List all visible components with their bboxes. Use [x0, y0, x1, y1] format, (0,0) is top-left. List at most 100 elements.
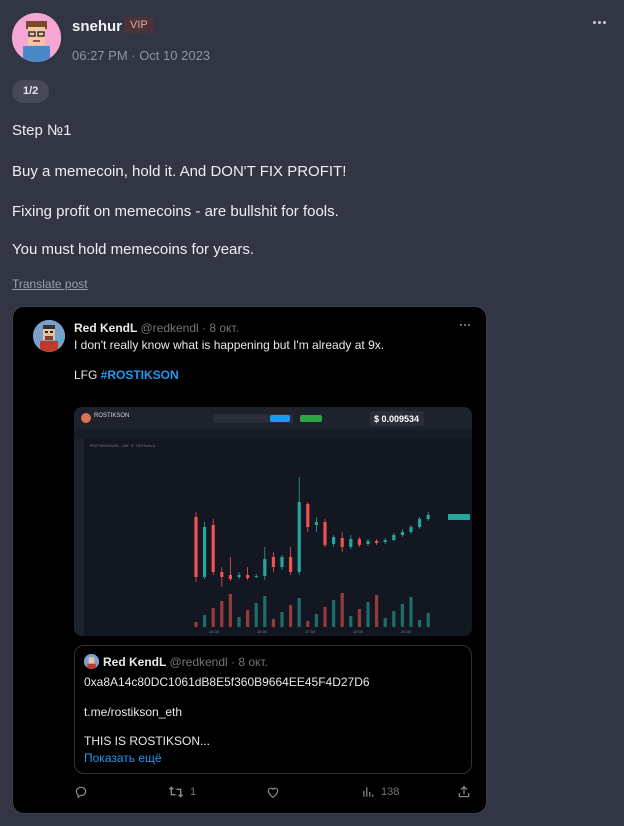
volume-bar	[220, 601, 224, 627]
candle-body	[332, 537, 336, 544]
quoted-author: Red KendL @redkendl · 8 окт.	[103, 655, 268, 669]
volume-bar	[246, 610, 250, 627]
x-tick-label: 20:30	[401, 629, 412, 634]
author-name[interactable]: snehur	[72, 18, 122, 35]
author-avatar[interactable]	[12, 13, 61, 62]
candle-body	[409, 527, 413, 532]
candle-body	[306, 504, 310, 527]
x-tick-label: 17:30	[305, 629, 316, 634]
volume-bar	[400, 604, 404, 627]
share-icon	[458, 785, 470, 798]
volume-bar	[392, 611, 396, 627]
views-icon	[363, 787, 374, 797]
volume-bar	[306, 621, 310, 627]
post-text-line: Fixing profit on memecoins - are bullshi…	[12, 203, 339, 220]
reply-button[interactable]	[74, 783, 94, 801]
translate-post-link[interactable]: Translate post	[12, 277, 88, 291]
candle-body	[194, 517, 198, 577]
post-text-line: Step №1	[12, 122, 72, 139]
quoted-author-avatar	[84, 654, 99, 669]
volume-bar	[375, 595, 379, 627]
candle-body	[228, 575, 232, 579]
candle-body	[340, 538, 344, 547]
volume-bar	[323, 607, 327, 627]
volume-bar	[314, 614, 318, 627]
volume-bar	[383, 618, 387, 627]
retweet-count: 1	[190, 786, 197, 798]
candle-body	[297, 502, 301, 572]
share-button[interactable]	[457, 783, 471, 801]
volume-bar	[263, 596, 267, 627]
candle-body	[375, 541, 379, 543]
volume-bar	[203, 615, 207, 627]
candle-body	[314, 522, 318, 525]
candle-body	[220, 572, 224, 577]
candle-body	[357, 539, 361, 545]
contract-address: 0xa8A14c80DC1061dB8E5f360B9664EE45F4D27D…	[84, 675, 370, 689]
candle-body	[263, 559, 267, 576]
volume-bar	[280, 612, 284, 627]
like-button[interactable]	[266, 783, 286, 801]
candle-body	[323, 522, 327, 545]
volume-bar	[409, 597, 413, 627]
post-card: snehur VIP 06:27 PM · Oct 10 2023 1/2 St…	[0, 0, 624, 826]
volume-bar	[366, 602, 370, 627]
tweet-handle: @redkendl · 8 окт.	[140, 321, 239, 335]
token-name: ROSTIKSON	[94, 413, 129, 419]
quoted-handle: @redkendl · 8 окт.	[169, 655, 268, 669]
candle-body	[418, 519, 422, 527]
hashtag-link[interactable]: #ROSTIKSON	[101, 368, 179, 382]
quoted-author-name: Red KendL	[103, 655, 167, 669]
candle-body	[289, 557, 293, 572]
chart-image[interactable]: ROSTIKSON $ 0.009534 ROSTIKSON/USD · UNI…	[74, 407, 472, 636]
reply-icon	[75, 786, 87, 799]
more-options-icon[interactable]	[592, 18, 608, 28]
candle-body	[254, 576, 258, 577]
views-button[interactable]: 138	[361, 783, 399, 801]
price-chart: ROSTIKSON $ 0.009534 ROSTIKSON/USD · UNI…	[74, 407, 472, 636]
quoted-tagline: THIS IS ROSTIKSON...	[84, 734, 211, 748]
tweet-author[interactable]: Red KendL @redkendl · 8 окт.	[74, 321, 239, 335]
candle-body	[211, 525, 215, 572]
volume-bar	[228, 594, 232, 627]
token-logo-icon	[81, 413, 91, 423]
volume-bar	[271, 619, 275, 627]
candle-body	[203, 527, 207, 577]
volume-bar	[332, 600, 336, 627]
tweet-text: I don't really know what is happening bu…	[74, 338, 385, 352]
volume-bar	[237, 617, 241, 627]
embedded-tweet[interactable]: Red KendL @redkendl · 8 окт. I don't rea…	[12, 306, 487, 814]
volume-bar	[297, 598, 301, 627]
show-more-link[interactable]: Показать ещё	[84, 751, 162, 765]
tweet-more-icon[interactable]	[459, 321, 473, 329]
tweet-text-prefix: LFG	[74, 368, 101, 382]
volume-bar	[211, 608, 215, 627]
volume-bar	[340, 593, 344, 627]
quoted-tweet[interactable]: Red KendL @redkendl · 8 окт. 0xa8A14c80D…	[74, 645, 472, 774]
volume-bar	[426, 613, 430, 627]
x-tick-label: 19:00	[353, 629, 364, 634]
candle-body	[400, 532, 404, 535]
token-price: $ 0.009534	[374, 414, 419, 424]
telegram-link[interactable]: t.me/rostikson_eth	[84, 705, 182, 719]
candle-body	[280, 557, 284, 567]
ticker-line: ROSTIKSON/USD · UNI · 3 · DEXTools.io	[90, 444, 155, 448]
tweet-author-avatar[interactable]	[33, 320, 65, 352]
volume-bar	[289, 605, 293, 627]
candle-body	[366, 541, 370, 544]
x-tick-label: 14:30	[209, 629, 220, 634]
candle-body	[271, 557, 275, 567]
candle-body	[349, 539, 353, 547]
heart-icon	[267, 787, 279, 798]
views-count: 138	[381, 786, 400, 798]
candle-body	[237, 575, 241, 577]
page-indicator[interactable]: 1/2	[12, 80, 50, 103]
tweet-author-name[interactable]: Red KendL	[74, 321, 137, 335]
retweet-button[interactable]: 1	[168, 783, 196, 801]
volume-bar	[254, 603, 258, 627]
candle-body	[426, 515, 430, 519]
retweet-icon	[168, 786, 184, 798]
x-tick-label: 16:00	[257, 629, 268, 634]
volume-bar	[194, 622, 198, 627]
tweet-text-line2: LFG #ROSTIKSON	[74, 368, 179, 382]
